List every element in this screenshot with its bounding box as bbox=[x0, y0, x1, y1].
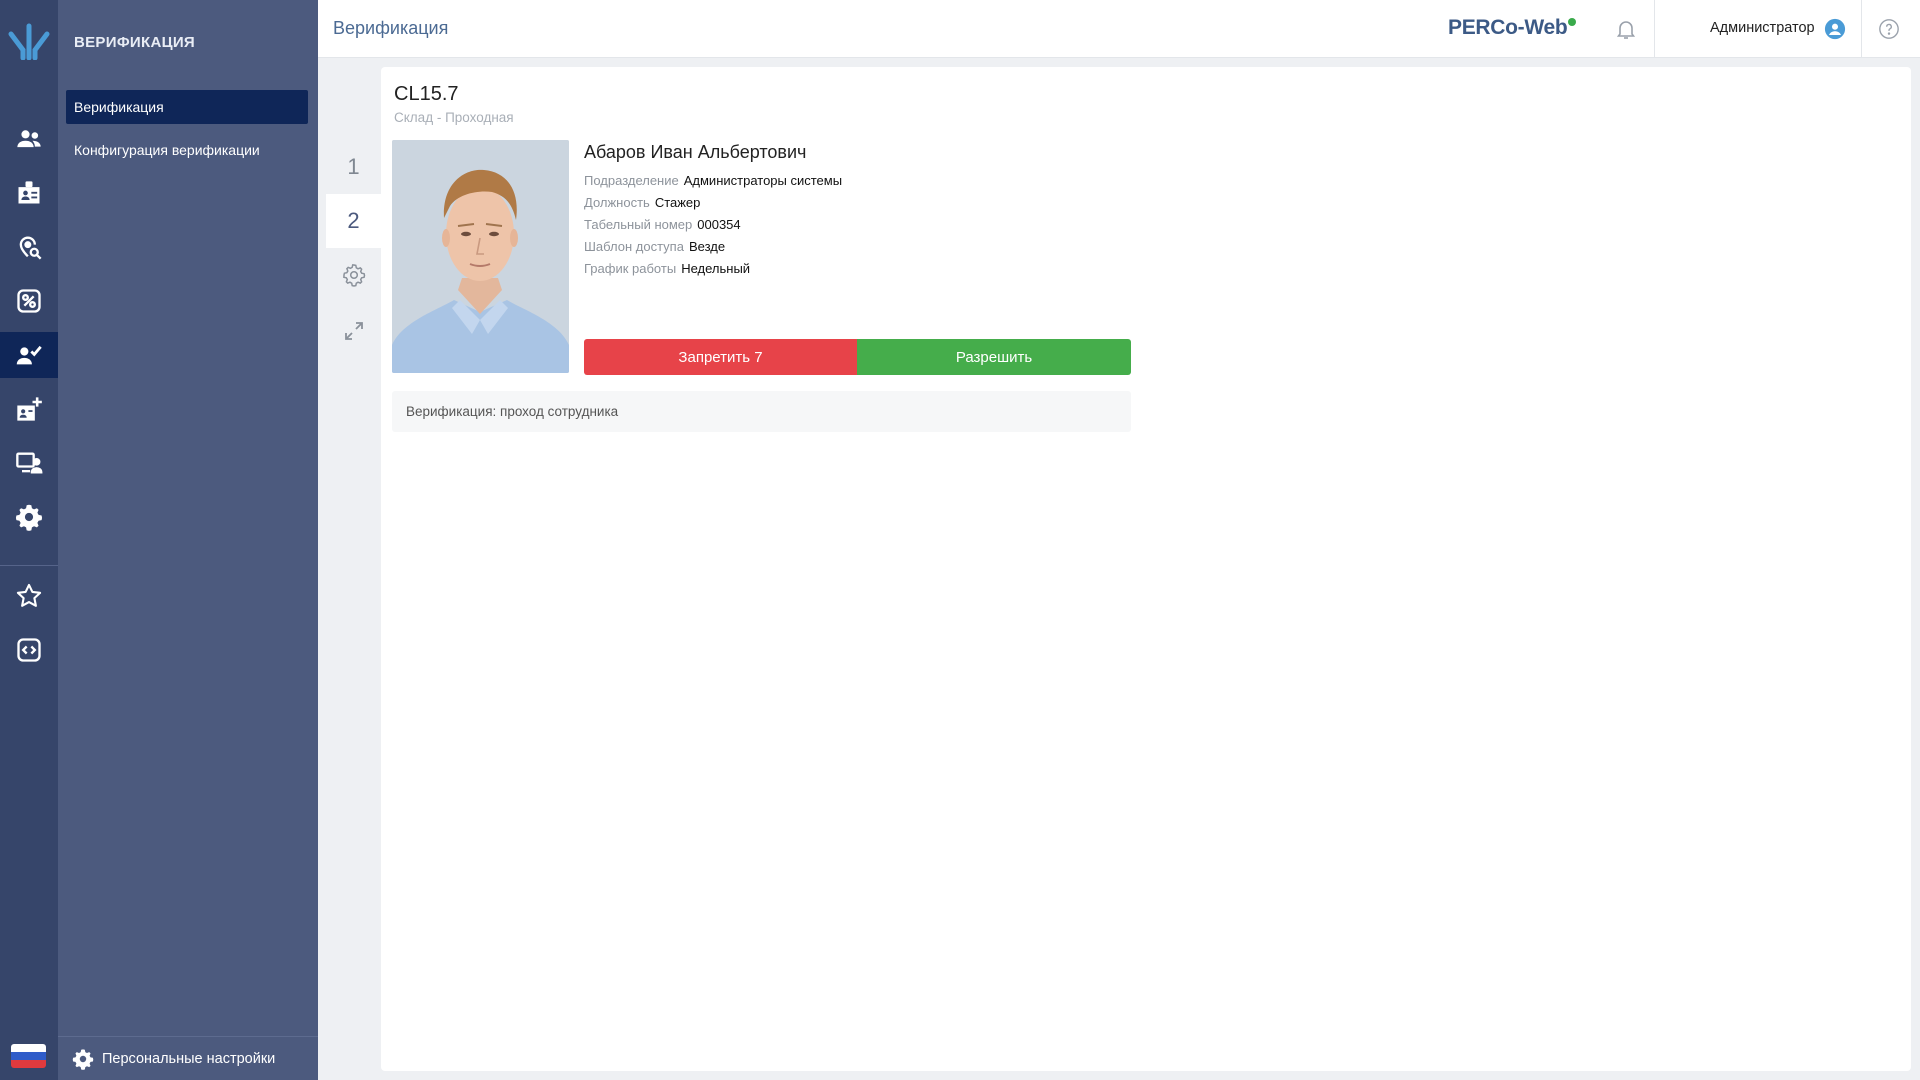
deny-button[interactable]: Запретить 7 bbox=[584, 339, 857, 375]
personal-settings-label: Персональные настройки bbox=[102, 1050, 276, 1067]
field-access-template: Шаблон доступа Везде bbox=[584, 236, 842, 258]
sidebar-item-verification-config[interactable]: Конфигурация верификации bbox=[66, 133, 308, 167]
field-value: Недельный bbox=[681, 261, 751, 276]
user-avatar-icon[interactable] bbox=[1824, 18, 1846, 40]
status-dot-icon bbox=[1568, 18, 1577, 26]
employee-info: Абаров Иван Альбертович Подразделение Адм… bbox=[584, 142, 842, 280]
allow-button[interactable]: Разрешить bbox=[857, 339, 1131, 375]
header-divider bbox=[1861, 0, 1862, 58]
sidebar-title: ВЕРИФИКАЦИЯ bbox=[74, 34, 196, 51]
icon-rail bbox=[0, 0, 58, 1080]
field-value: Администраторы системы bbox=[683, 173, 843, 188]
verification-card: CL15.7 Склад - Проходная Абаров Иван Аль… bbox=[381, 67, 1911, 1071]
field-personnel-number: Табельный номер 000354 bbox=[584, 214, 842, 236]
expand-icon bbox=[344, 322, 363, 340]
tab-fullscreen[interactable] bbox=[326, 304, 381, 358]
user-name[interactable]: Администратор bbox=[1710, 20, 1815, 36]
brand-logo: PERCo-Web bbox=[1448, 16, 1577, 40]
header-divider bbox=[1654, 0, 1655, 58]
star-icon bbox=[16, 583, 42, 607]
id-card-icon bbox=[18, 181, 40, 204]
rail-card-issue[interactable] bbox=[0, 386, 58, 432]
rail-favorites[interactable] bbox=[0, 573, 58, 619]
field-value: 000354 bbox=[697, 217, 741, 232]
location-search-icon bbox=[19, 236, 42, 260]
field-value: Везде bbox=[688, 239, 726, 254]
personal-settings-link[interactable]: Персональные настройки bbox=[58, 1036, 318, 1080]
brand-name: PERCo-Web bbox=[1448, 16, 1568, 39]
bell-icon[interactable] bbox=[1614, 17, 1638, 41]
field-label: График работы bbox=[584, 261, 677, 276]
field-position: Должность Стажер bbox=[584, 192, 842, 214]
rail-workstations[interactable] bbox=[0, 440, 58, 486]
help-icon[interactable] bbox=[1878, 18, 1900, 40]
employee-photo bbox=[392, 140, 569, 373]
employee-portrait-icon bbox=[392, 140, 569, 373]
id-card-add-icon bbox=[17, 397, 42, 421]
sidebar-item-verification[interactable]: Верификация bbox=[66, 90, 308, 124]
verification-icon bbox=[16, 345, 42, 365]
device-name: CL15.7 bbox=[394, 83, 459, 105]
rail-monitoring[interactable] bbox=[0, 224, 58, 270]
event-message: Верификация: проход сотрудника bbox=[392, 391, 1131, 432]
tab-device-1[interactable]: 1 bbox=[326, 140, 381, 194]
top-header: Верификация PERCo-Web Администратор bbox=[318, 0, 1920, 58]
field-value: Стажер bbox=[654, 195, 701, 210]
page-title: Верификация bbox=[333, 18, 449, 38]
employee-name: Абаров Иван Альбертович bbox=[584, 142, 807, 162]
rail-api[interactable] bbox=[0, 627, 58, 673]
device-tabs: 1 2 bbox=[318, 58, 381, 1080]
language-flag-icon[interactable] bbox=[11, 1044, 46, 1068]
gear-icon bbox=[72, 1048, 94, 1070]
rail-employees[interactable] bbox=[0, 116, 58, 162]
rail-cards[interactable] bbox=[0, 170, 58, 216]
tab-settings[interactable] bbox=[326, 248, 381, 302]
perco-logo-icon[interactable] bbox=[7, 20, 51, 60]
gear-icon bbox=[342, 264, 365, 287]
rail-divider bbox=[0, 565, 58, 566]
rail-verification[interactable] bbox=[0, 332, 58, 378]
sidebar: ВЕРИФИКАЦИЯ Верификация Конфигурация вер… bbox=[58, 0, 318, 1080]
monitor-user-icon bbox=[16, 452, 43, 474]
field-label: Должность bbox=[584, 195, 650, 210]
field-label: Подразделение bbox=[584, 173, 679, 188]
field-label: Шаблон доступа bbox=[584, 239, 684, 254]
employees-icon bbox=[17, 130, 41, 148]
code-icon bbox=[17, 638, 41, 662]
field-work-schedule: График работы Недельный bbox=[584, 258, 842, 280]
device-location: Склад - Проходная bbox=[394, 110, 514, 125]
rail-access[interactable] bbox=[0, 278, 58, 324]
rail-settings[interactable] bbox=[0, 494, 58, 540]
key-route-icon bbox=[17, 289, 41, 313]
tab-device-2[interactable]: 2 bbox=[326, 194, 381, 248]
field-department: Подразделение Администраторы системы bbox=[584, 170, 842, 192]
field-label: Табельный номер bbox=[584, 217, 693, 232]
gear-icon bbox=[15, 504, 43, 531]
